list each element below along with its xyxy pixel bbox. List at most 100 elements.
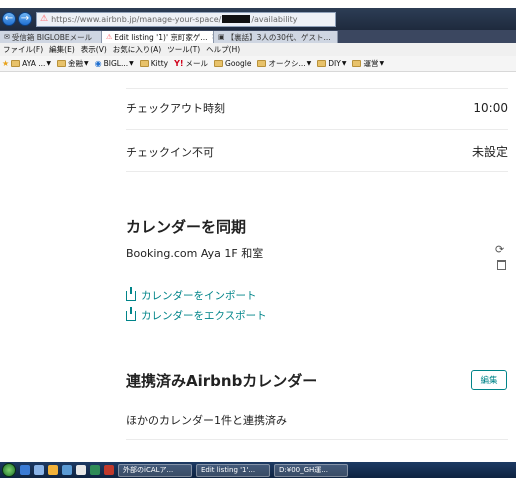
- export-icon: [126, 306, 136, 321]
- task-label: D:¥00_GH運...: [279, 466, 328, 474]
- fav-kitty[interactable]: Kitty: [139, 59, 169, 68]
- fav-google[interactable]: Google: [214, 59, 251, 68]
- linked-status-text: ほかのカレンダー1件と連携済み: [126, 414, 287, 427]
- chevron-down-icon: ▼: [379, 60, 385, 67]
- refresh-icon[interactable]: ⟳: [495, 243, 504, 256]
- fav-finance[interactable]: 金融 ▼: [57, 58, 89, 69]
- fav-label: AYA ...: [22, 59, 46, 68]
- folder-icon: [257, 60, 267, 67]
- folder-icon: [139, 60, 149, 67]
- tab-mail[interactable]: ✉ 受信箱 BIGLOBEメール: [0, 31, 102, 43]
- yahoo-icon: Y!: [174, 59, 184, 68]
- divider: [126, 171, 508, 172]
- tab-label: 受信箱 BIGLOBEメール: [11, 32, 93, 42]
- fav-label: 運営: [363, 59, 379, 68]
- taskbar: 外部のiCALア... Edit listing '1'... D:¥00_GH…: [0, 462, 516, 478]
- no-checkin-label: チェックイン不可: [126, 145, 214, 159]
- fav-biglobe[interactable]: ◉ BIGL... ▼: [95, 59, 134, 68]
- no-checkin-value: 未設定: [471, 145, 508, 159]
- fav-label: オークシ...: [268, 59, 306, 68]
- task-label: Edit listing '1'...: [201, 466, 256, 474]
- url-prefix: https://www.airbnb.jp/manage-your-space/: [51, 14, 222, 24]
- task-edit-listing[interactable]: Edit listing '1'...: [196, 463, 270, 477]
- favorites-bar: ★ AYA ... ▼ 金融 ▼ ◉ BIGL... ▼ Kitty Y! メール Goo…: [0, 56, 516, 72]
- divider: [126, 88, 508, 89]
- trash-icon[interactable]: [497, 260, 506, 270]
- checkout-time-row[interactable]: チェックアウト時刻 10:00: [126, 100, 508, 116]
- fav-label: BIGL...: [103, 59, 129, 68]
- linked-status-row: ほかのカレンダー1件と連携済み: [126, 412, 426, 428]
- task-ical[interactable]: 外部のiCALア...: [118, 463, 192, 477]
- menu-favorites[interactable]: お気に入り(A): [110, 44, 164, 55]
- fav-label: DIY: [328, 59, 341, 68]
- folder-icon: [352, 60, 362, 67]
- desktop-icon[interactable]: [20, 465, 30, 475]
- tab-label: 【裏話】3人の30代、ゲスト...: [226, 32, 331, 42]
- tab-article[interactable]: ▣ 【裏話】3人の30代、ゲスト...: [214, 31, 338, 43]
- tab-edit-listing[interactable]: ⚠ Edit listing '1)' 京町家ゲ... ✕: [102, 31, 214, 43]
- back-icon[interactable]: ←: [2, 12, 16, 26]
- fav-yahoo-mail[interactable]: Y! メール: [174, 58, 208, 69]
- url-suffix: /availability: [251, 14, 298, 24]
- edit-button[interactable]: 編集: [471, 370, 507, 390]
- airbnb-icon: ⚠: [40, 14, 49, 24]
- import-link-text: カレンダーをインポート: [141, 290, 257, 302]
- fav-auction[interactable]: オークシ... ▼: [257, 58, 311, 69]
- ie-icon[interactable]: [62, 465, 72, 475]
- fav-label: Kitty: [150, 59, 169, 68]
- fav-label: メール: [185, 59, 209, 68]
- menu-view[interactable]: 表示(V): [78, 44, 110, 55]
- excel-icon[interactable]: [90, 465, 100, 475]
- window-icon[interactable]: [34, 465, 44, 475]
- folder-icon[interactable]: [48, 465, 58, 475]
- synced-calendar-name: Booking.com Aya 1F 和室: [126, 245, 426, 261]
- checkout-time-value: 10:00: [473, 101, 508, 115]
- menu-bar: ファイル(F) 編集(E) 表示(V) お気に入り(A) ツール(T) ヘルプ(…: [0, 43, 516, 56]
- chevron-down-icon: ▼: [306, 60, 312, 67]
- menu-help[interactable]: ヘルプ(H): [203, 44, 243, 55]
- redacted-block: [222, 15, 251, 23]
- star-icon[interactable]: ★: [2, 59, 9, 68]
- page-content: チェックアウト時刻 10:00 チェックイン不可 未設定 カレンダーを同期 Bo…: [0, 73, 516, 461]
- chevron-down-icon: ▼: [84, 60, 89, 67]
- export-calendar-link[interactable]: カレンダーをエクスポート: [126, 306, 267, 323]
- app-icon[interactable]: [76, 465, 86, 475]
- mail-icon: ✉: [4, 33, 10, 41]
- menu-edit[interactable]: 編集(E): [46, 44, 78, 55]
- folder-icon: [57, 60, 67, 67]
- forward-icon[interactable]: →: [18, 12, 32, 26]
- chevron-down-icon: ▼: [129, 60, 134, 67]
- chevron-down-icon: ▼: [341, 60, 347, 67]
- calendar-name-text: Booking.com Aya 1F 和室: [126, 247, 264, 260]
- fav-label: 金融: [68, 59, 84, 68]
- folder-icon: [214, 60, 224, 67]
- airbnb-icon: ⚠: [106, 33, 113, 41]
- folder-icon: [317, 60, 327, 67]
- fav-label: Google: [225, 59, 252, 68]
- task-folder[interactable]: D:¥00_GH運...: [274, 463, 348, 477]
- export-link-text: カレンダーをエクスポート: [141, 310, 267, 322]
- fav-aya[interactable]: AYA ... ▼: [11, 59, 51, 68]
- media-icon[interactable]: [104, 465, 114, 475]
- page-icon: ▣: [218, 33, 225, 41]
- import-icon: [126, 286, 136, 301]
- task-label: 外部のiCALア...: [123, 466, 174, 474]
- tab-strip: ✉ 受信箱 BIGLOBEメール ⚠ Edit listing '1)' 京町家…: [0, 30, 516, 43]
- checkout-time-label: チェックアウト時刻: [126, 102, 225, 115]
- divider: [126, 439, 508, 440]
- no-checkin-row[interactable]: チェックイン不可 未設定: [126, 143, 508, 160]
- divider: [126, 129, 508, 130]
- menu-file[interactable]: ファイル(F): [0, 44, 46, 55]
- airbnb-calendars-title: 連携済みAirbnbカレンダー: [126, 372, 318, 390]
- fav-diy[interactable]: DIY ▼: [317, 59, 346, 68]
- menu-tools[interactable]: ツール(T): [164, 44, 203, 55]
- fav-operations[interactable]: 運営 ▼: [352, 58, 384, 69]
- start-icon[interactable]: [2, 463, 16, 477]
- tab-label: Edit listing '1)' 京町家ゲ...: [114, 32, 208, 42]
- import-calendar-link[interactable]: カレンダーをインポート: [126, 286, 257, 303]
- address-bar-row: ← → ⚠ https://www.airbnb.jp/manage-your-…: [0, 8, 516, 30]
- url-field[interactable]: ⚠ https://www.airbnb.jp/manage-your-spac…: [36, 11, 336, 27]
- globe-icon: ◉: [94, 59, 102, 68]
- chevron-down-icon: ▼: [46, 60, 52, 67]
- folder-icon: [11, 60, 21, 67]
